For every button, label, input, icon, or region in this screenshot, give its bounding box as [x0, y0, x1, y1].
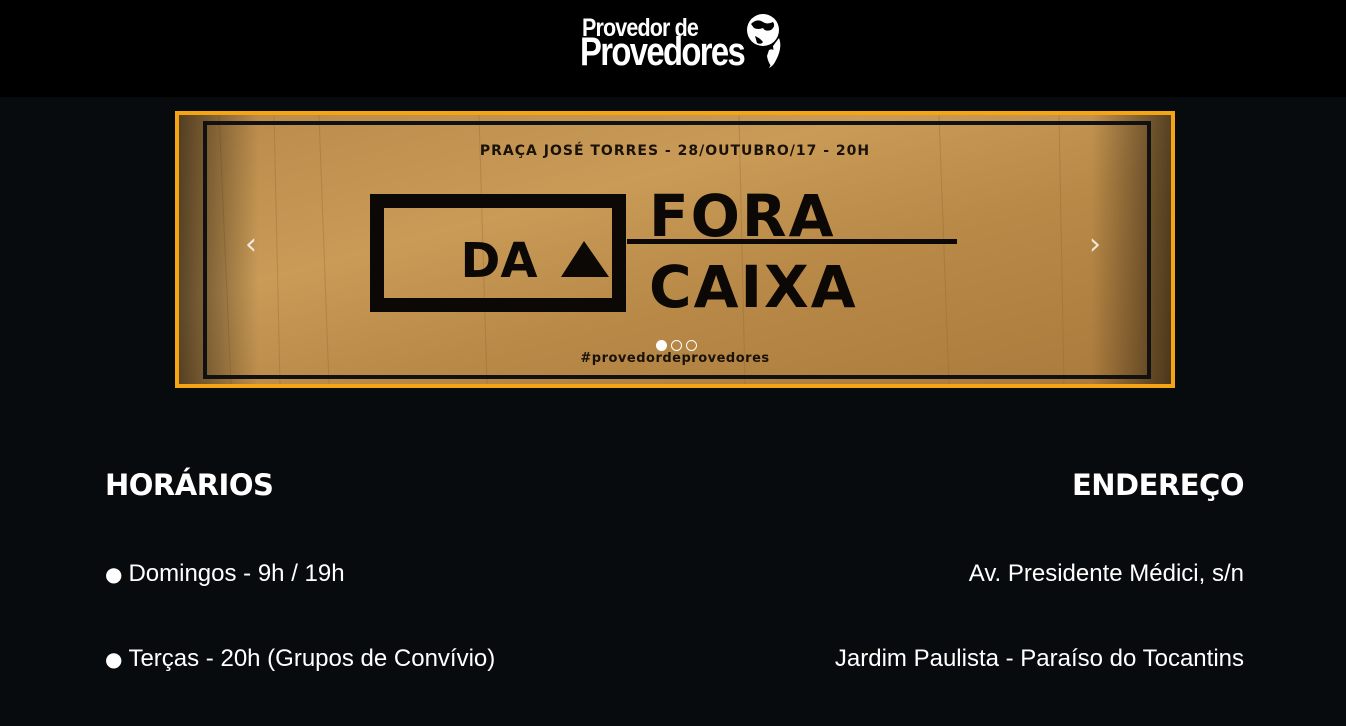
endereco-heading: ENDEREÇO: [1071, 468, 1245, 502]
address-line-2: Jardim Paulista - Paraíso do Tocantins: [834, 645, 1244, 672]
carousel-dot-1[interactable]: [656, 340, 667, 351]
globe-icon: [747, 14, 781, 68]
carousel-prev-arrow[interactable]: ‹: [245, 230, 257, 260]
schedule-item: ● Domingos - 9h / 19h: [105, 560, 345, 588]
slide-word-caixa: CAIXA: [649, 253, 858, 321]
carousel-dot-2[interactable]: [671, 340, 682, 351]
schedule-item-text: Domingos - 9h / 19h: [128, 560, 345, 587]
address-line-1: Av. Presidente Médici, s/n: [968, 560, 1244, 587]
bullet-icon: ●: [105, 647, 123, 671]
slide-top-text: PRAÇA JOSÉ TORRES - 28/OUTUBRO/17 - 20H: [480, 142, 870, 159]
carousel-next-arrow[interactable]: ›: [1089, 230, 1101, 260]
carousel-indicators: [656, 340, 697, 351]
schedule-item-text: Terças - 20h (Grupos de Convívio): [128, 645, 496, 672]
horarios-heading: HORÁRIOS: [105, 468, 274, 502]
slide-hashtag: #provedordeprovedores: [580, 351, 769, 366]
site-logo[interactable]: Provedor de Provedores: [578, 10, 793, 76]
event-carousel: PRAÇA JOSÉ TORRES - 28/OUTUBRO/17 - 20H …: [175, 111, 1175, 388]
top-header: Provedor de Provedores: [0, 0, 1346, 97]
slide-word-da: DA: [461, 233, 538, 289]
logo-text-line2: Provedores: [580, 30, 746, 74]
slide-word-fora: FORA: [649, 182, 835, 250]
bullet-icon: ●: [105, 562, 123, 586]
carousel-dot-3[interactable]: [686, 340, 697, 351]
schedule-item: ● Terças - 20h (Grupos de Convívio): [105, 645, 495, 673]
